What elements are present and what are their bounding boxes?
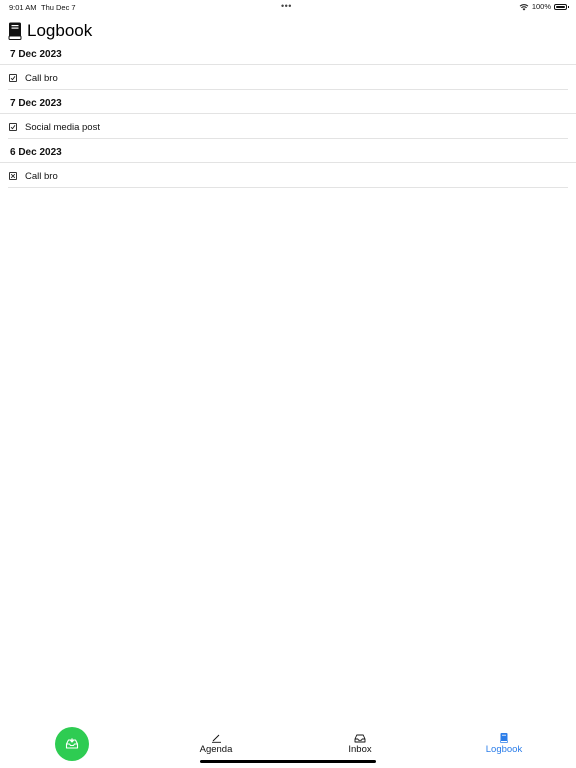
inbox-tray-icon <box>354 734 366 742</box>
page-header: Logbook <box>8 20 92 42</box>
status-right: 100% <box>519 2 569 11</box>
logbook-list: 7 Dec 2023 Call bro 7 Dec 2023 Social me… <box>0 44 576 188</box>
pencil-icon <box>211 734 221 743</box>
tab-inbox[interactable]: Inbox <box>330 733 390 755</box>
page-title: Logbook <box>27 21 93 40</box>
date-group: 7 Dec 2023 Call bro <box>0 44 576 90</box>
tab-logbook[interactable]: Logbook <box>474 733 534 755</box>
tab-label: Agenda <box>199 744 233 755</box>
task-label: Social media post <box>25 121 100 133</box>
tab-agenda[interactable]: Agenda <box>186 733 246 755</box>
date-group: 7 Dec 2023 Social media post <box>0 93 576 139</box>
book-icon <box>500 733 508 743</box>
status-time: 9:01 AM <box>9 3 37 12</box>
tab-label: Inbox <box>348 744 372 755</box>
battery-icon <box>554 3 569 10</box>
checkbox-cancelled-icon[interactable] <box>9 172 17 180</box>
add-to-inbox-button[interactable] <box>55 727 89 761</box>
list-item[interactable]: Social media post <box>8 116 568 139</box>
list-item[interactable]: Call bro <box>8 165 568 188</box>
date-header: 6 Dec 2023 <box>0 142 576 163</box>
task-label: Call bro <box>25 170 58 182</box>
list-item[interactable]: Call bro <box>8 67 568 90</box>
multitasking-dots[interactable]: ••• <box>281 1 292 11</box>
wifi-icon <box>519 3 529 10</box>
date-header: 7 Dec 2023 <box>0 44 576 65</box>
date-group: 6 Dec 2023 Call bro <box>0 142 576 188</box>
status-bar: 9:01 AM Thu Dec 7 ••• 100% <box>0 0 576 14</box>
book-icon <box>8 22 22 40</box>
battery-percent: 100% <box>531 2 551 11</box>
tab-label: Logbook <box>485 744 523 755</box>
inbox-add-icon <box>65 738 79 749</box>
date-header: 7 Dec 2023 <box>0 93 576 114</box>
status-date: Thu Dec 7 <box>41 3 76 12</box>
task-label: Call bro <box>25 72 58 84</box>
checkbox-checked-icon[interactable] <box>9 123 17 131</box>
home-indicator[interactable] <box>200 760 376 763</box>
checkbox-checked-icon[interactable] <box>9 74 17 82</box>
